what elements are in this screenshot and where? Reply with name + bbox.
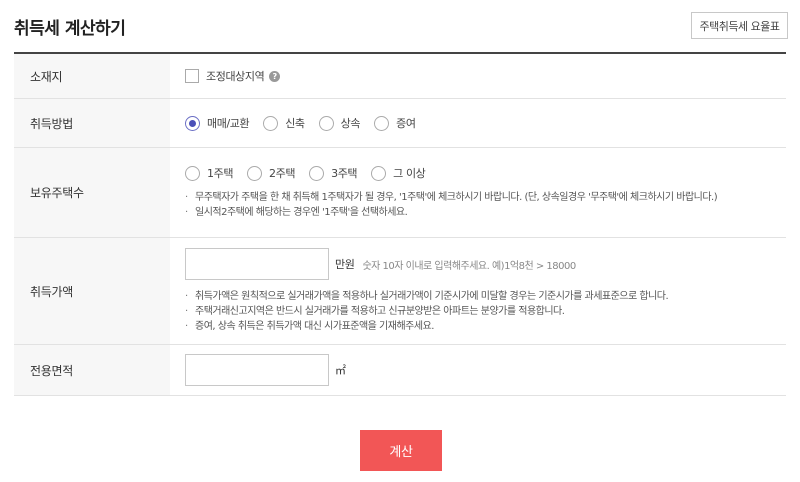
area-unit: ㎡ [335,364,346,377]
acquisition-method-radio-group: 매매/교환 신축 상속 증여 [185,115,786,131]
note-item: 무주택자가 주택을 한 채 취득해 1주택자가 될 경우, '1주택'에 체크하… [185,190,786,205]
radio-new-build[interactable] [263,115,279,131]
radio-option-gift[interactable]: 증여 [374,115,416,131]
radio-inheritance[interactable] [318,115,334,131]
radio-option-trade[interactable]: 매매/교환 [185,115,250,131]
radio-one-house[interactable] [185,165,200,181]
location-row: 소재지 조정대상지역 ? [14,54,786,99]
houses-owned-radio-group: 1주택 2주택 3주택 그 이상 [185,165,786,181]
location-label: 소재지 [14,54,170,98]
regulated-area-label: 조정대상지역 [206,70,265,83]
tax-rate-table-button[interactable]: 주택취득세 요율표 [691,12,788,39]
houses-owned-row: 보유주택수 1주택 2주택 3주택 그 이상 · 무주택자가 주택을 한 채 취… [14,148,786,238]
note-item: 일시적2주택에 해당하는 경우엔 '1주택'을 선택하세요. [185,205,786,220]
area-label: 전용면적 [14,345,170,395]
area-row: 전용면적 ㎡ [14,345,786,396]
acquisition-method-label: 취득방법 [14,99,170,147]
price-notes: 취득가액은 원칙적으로 실거래가액을 적용하나 실거래가액이 기준시가에 미달할… [185,289,786,334]
radio-option-two-houses[interactable]: 2주택 [247,165,295,181]
help-icon[interactable]: ? [269,70,281,82]
radio-option-one-house[interactable]: 1주택 [185,165,233,181]
radio-option-new-build[interactable]: 신축 [263,115,305,131]
radio-gift[interactable] [374,115,390,131]
price-unit: 만원 [335,258,355,271]
note-item: 취득가액은 원칙적으로 실거래가액을 적용하나 실거래가액이 기준시가에 미달할… [185,289,786,304]
radio-trade[interactable] [185,115,200,131]
houses-owned-notes: 무주택자가 주택을 한 채 취득해 1주택자가 될 경우, '1주택'에 체크하… [185,190,786,220]
note-item: 주택거래신고지역은 반드시 실거래가를 적용하고 신규분양받은 아파트는 분양가… [185,304,786,319]
calculator-form: 소재지 조정대상지역 ? 취득방법 매매/교환 신축 상속 증여 보유주택수 1… [14,52,786,396]
note-item: 증여, 상속 취득은 취득가액 대신 시가표준액을 기재해주세요. [185,319,786,334]
houses-owned-label: 보유주택수 [14,148,170,237]
page-header: 취득세 계산하기 주택취득세 요율표 [0,0,800,52]
regulated-area-checkbox[interactable] [185,69,199,83]
price-input[interactable] [185,248,329,280]
acquisition-method-row: 취득방법 매매/교환 신축 상속 증여 [14,99,786,148]
radio-more[interactable] [371,165,387,181]
calculate-button[interactable]: 계산 [360,430,442,471]
price-label: 취득가액 [14,238,170,344]
page-title: 취득세 계산하기 [14,19,126,39]
radio-option-three-houses[interactable]: 3주택 [309,165,358,181]
area-input[interactable] [185,354,329,386]
radio-option-more[interactable]: 그 이상 [371,165,426,181]
radio-two-houses[interactable] [247,165,263,181]
radio-three-houses[interactable] [309,165,325,181]
price-row: 취득가액 만원 숫자 10자 이내로 입력해주세요. 예)1억8천 > 1800… [14,238,786,345]
radio-option-inheritance[interactable]: 상속 [318,115,361,131]
price-hint: 숫자 10자 이내로 입력해주세요. 예)1억8천 > 18000 [362,260,576,272]
